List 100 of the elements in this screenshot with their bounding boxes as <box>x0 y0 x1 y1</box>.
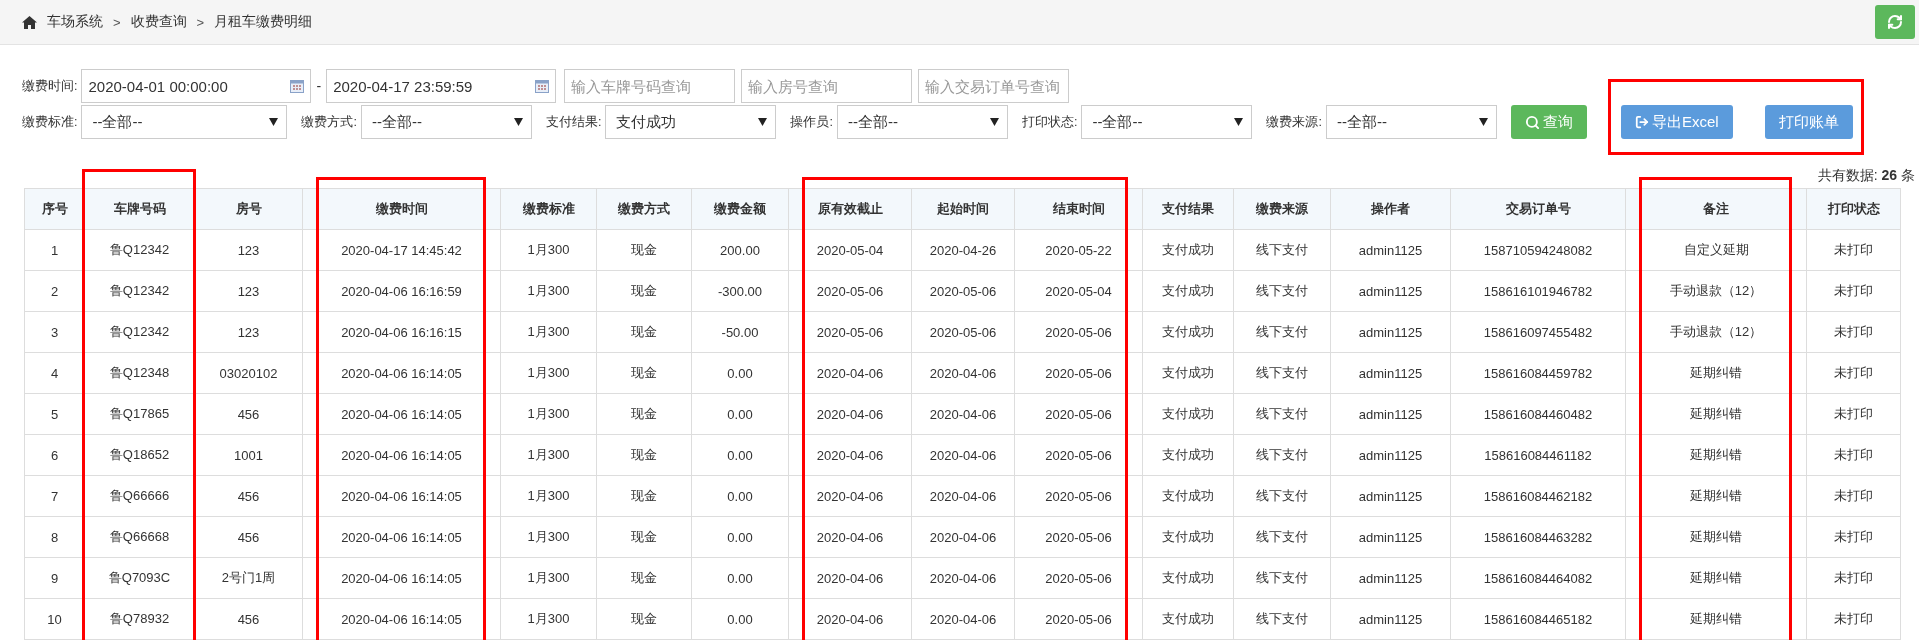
table-cell: 支付成功 <box>1142 270 1234 312</box>
table-cell: 123 <box>194 311 303 353</box>
table-cell: 支付成功 <box>1142 352 1234 394</box>
select-field[interactable]: --全部-- <box>360 105 532 139</box>
table-cell: 支付成功 <box>1142 434 1234 476</box>
table-cell: 延期纠错 <box>1625 434 1807 476</box>
table-cell: 2020-04-06 16:14:05 <box>302 598 501 640</box>
table-cell: 现金 <box>596 352 692 394</box>
table-cell: 2020-05-06 <box>911 270 1015 312</box>
table-cell: admin1125 <box>1330 352 1451 394</box>
table-cell: 支付成功 <box>1142 311 1234 353</box>
table-cell: 2020-05-06 <box>788 270 912 312</box>
table-cell: 延期纠错 <box>1625 475 1807 517</box>
breadcrumb-link[interactable]: 收费查询 <box>130 13 187 31</box>
table-cell: 未打印 <box>1806 475 1901 517</box>
caret-icon <box>989 118 999 126</box>
table-cell: 2020-04-06 <box>788 516 912 558</box>
search-icon <box>1524 114 1540 130</box>
column-header: 缴费方式 <box>596 188 692 230</box>
table-cell: 支付成功 <box>1142 475 1234 517</box>
select-field[interactable]: --全部-- <box>1325 105 1497 139</box>
table-cell: 2020-04-06 <box>788 557 912 599</box>
home-icon <box>22 15 37 29</box>
table-cell: 456 <box>194 598 303 640</box>
table-cell: 158616097455482 <box>1450 311 1626 353</box>
table-cell: 2020-05-06 <box>1014 352 1143 394</box>
table-cell: 线下支付 <box>1233 475 1331 517</box>
search-field[interactable]: 输入交易订单号查询 <box>918 69 1070 103</box>
table-cell: 线下支付 <box>1233 352 1331 394</box>
filter-label: 缴费方式: <box>301 113 357 131</box>
table-cell: 158710594248082 <box>1450 229 1626 271</box>
table-cell: 456 <box>194 475 303 517</box>
table-cell: 0.00 <box>691 598 789 640</box>
table-cell: 支付成功 <box>1142 393 1234 435</box>
column-header: 操作者 <box>1330 188 1451 230</box>
search-field[interactable]: 输入车牌号码查询 <box>564 69 736 103</box>
column-header: 原有效截止 <box>788 188 912 230</box>
column-header: 车牌号码 <box>84 188 195 230</box>
table-cell: 158616084465182 <box>1450 598 1626 640</box>
table-cell: 2020-04-06 <box>911 598 1015 640</box>
calendar-icon[interactable] <box>535 79 550 93</box>
table-cell: 1月300 <box>500 434 597 476</box>
column-header: 打印状态 <box>1806 188 1901 230</box>
table-cell: 4 <box>24 352 85 394</box>
table-cell: 2020-04-06 16:16:59 <box>302 270 501 312</box>
table-cell: 158616084461182 <box>1450 434 1626 476</box>
search-field[interactable]: 输入房号查询 <box>741 69 913 103</box>
table-cell: 1月300 <box>500 557 597 599</box>
table-cell: 2020-04-06 <box>911 475 1015 517</box>
column-header: 缴费来源 <box>1233 188 1331 230</box>
table-cell: 线下支付 <box>1233 598 1331 640</box>
column-header: 交易订单号 <box>1450 188 1626 230</box>
calendar-icon[interactable] <box>290 79 305 93</box>
table-cell: 自定义延期 <box>1625 229 1807 271</box>
filter-label: 缴费来源: <box>1266 113 1322 131</box>
table-cell: admin1125 <box>1330 475 1451 517</box>
table-cell: 2020-04-06 <box>788 475 912 517</box>
table-cell: 未打印 <box>1806 598 1901 640</box>
caret-icon <box>513 118 523 126</box>
table-cell: 2020-05-06 <box>1014 434 1143 476</box>
table-cell: 手动退款（12） <box>1625 270 1807 312</box>
column-header: 缴费金额 <box>691 188 789 230</box>
refresh-button[interactable] <box>1875 5 1915 39</box>
breadcrumb-link[interactable]: 车场系统 <box>47 13 103 31</box>
column-header: 结束时间 <box>1014 188 1143 230</box>
table-cell: 200.00 <box>691 229 789 271</box>
filter-label: 缴费时间: <box>22 77 78 95</box>
table-cell: 线下支付 <box>1233 229 1331 271</box>
column-header: 序号 <box>24 188 85 230</box>
table-cell: 2020-05-06 <box>1014 475 1143 517</box>
table-cell: 现金 <box>596 229 692 271</box>
select-field[interactable]: 支付成功 <box>605 105 777 139</box>
table-cell: 2020-05-06 <box>1014 557 1143 599</box>
table-cell: admin1125 <box>1330 434 1451 476</box>
table-cell: 2020-04-06 <box>911 393 1015 435</box>
date-field[interactable]: 2020-04-17 23:59:59 <box>326 69 557 103</box>
table-cell: 2020-04-06 <box>788 598 912 640</box>
table-cell: admin1125 <box>1330 311 1451 353</box>
table-cell: 10 <box>24 598 85 640</box>
table-cell: 现金 <box>596 311 692 353</box>
select-field[interactable]: --全部-- <box>1081 105 1253 139</box>
table-cell: 7 <box>24 475 85 517</box>
select-field[interactable]: --全部-- <box>836 105 1008 139</box>
table-cell: 2020-05-06 <box>1014 393 1143 435</box>
breadcrumb-link[interactable]: 月租车缴费明细 <box>214 13 313 31</box>
table-cell: 5 <box>24 393 85 435</box>
table-cell: 未打印 <box>1806 311 1901 353</box>
table-cell: 现金 <box>596 270 692 312</box>
table-cell: 158616084459782 <box>1450 352 1626 394</box>
date-field[interactable]: 2020-04-01 00:00:00 <box>81 69 312 103</box>
table-cell: 158616084464082 <box>1450 557 1626 599</box>
table-cell: 0.00 <box>691 557 789 599</box>
breadcrumb-separator: > <box>196 14 205 30</box>
table-cell: 3 <box>24 311 85 353</box>
table-cell: 2020-05-06 <box>1014 311 1143 353</box>
select-field[interactable]: --全部-- <box>81 105 288 139</box>
column-header: 支付结果 <box>1142 188 1234 230</box>
table-cell: admin1125 <box>1330 393 1451 435</box>
table-cell: 支付成功 <box>1142 229 1234 271</box>
table-cell: 2020-05-06 <box>788 311 912 353</box>
